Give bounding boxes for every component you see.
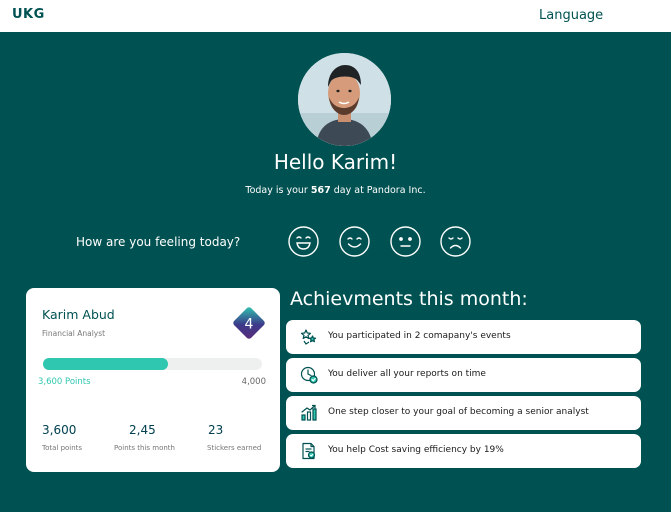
achievement-text: You deliver all your reports on time — [328, 369, 486, 379]
tenure-suffix: day at Pandora Inc. — [333, 185, 426, 196]
tenure-day-count: 567 — [310, 185, 331, 196]
clock-check-icon — [300, 366, 318, 384]
month-points-value: 2,45 — [129, 423, 156, 437]
growth-chart-icon — [300, 404, 318, 422]
level-number: 4 — [245, 317, 254, 333]
ukg-logo[interactable]: UKG — [12, 7, 45, 22]
achievement-item[interactable]: You deliver all your reports on time — [286, 358, 641, 392]
greeting-title: Hello Karim! — [273, 150, 398, 174]
stickers-label: Stickers earned — [207, 444, 262, 452]
top-bar: UKG Language — [0, 0, 671, 32]
achievement-item[interactable]: One step closer to your goal of becoming… — [286, 396, 641, 430]
total-points-label: Total points — [42, 444, 83, 452]
document-check-icon — [300, 442, 318, 460]
stickers-value: 23 — [208, 423, 224, 437]
level-badge: 4 — [232, 306, 266, 340]
achievement-text: One step closer to your goal of becoming… — [328, 407, 589, 417]
current-points-label: 3,600 Points — [38, 377, 91, 387]
tenure-prefix: Today is your — [245, 185, 308, 196]
sad-face-icon[interactable] — [440, 226, 471, 257]
laughing-face-icon[interactable] — [288, 226, 319, 257]
employee-role: Financial Analyst — [42, 329, 106, 338]
points-progress-bar — [43, 358, 262, 370]
language-link[interactable]: Language — [539, 8, 603, 23]
total-points-value: 3,600 — [42, 423, 77, 437]
goal-points-label: 4,000 — [241, 377, 266, 387]
profile-card: Karim Abud Financial Analyst 4 3,600 Poi… — [26, 288, 280, 472]
neutral-face-icon[interactable] — [390, 226, 421, 257]
mood-question: How are you feeling today? — [76, 235, 241, 249]
points-progress-fill — [43, 358, 169, 370]
smiling-face-icon[interactable] — [339, 226, 370, 257]
month-points-label: Points this month — [114, 444, 175, 452]
achievement-text: You participated in 2 comapany's events — [328, 331, 511, 341]
employee-name: Karim Abud — [42, 307, 115, 322]
achievement-item[interactable]: You help Cost saving efficiency by 19% — [286, 434, 641, 468]
achievement-text: You help Cost saving efficiency by 19% — [328, 445, 504, 455]
tenure-text: Today is your 567 day at Pandora Inc. — [0, 185, 671, 196]
achievement-item[interactable]: You participated in 2 comapany's events — [286, 320, 641, 354]
stars-icon — [300, 328, 318, 346]
achievements-title: Achievments this month: — [290, 288, 528, 310]
avatar — [298, 53, 391, 146]
